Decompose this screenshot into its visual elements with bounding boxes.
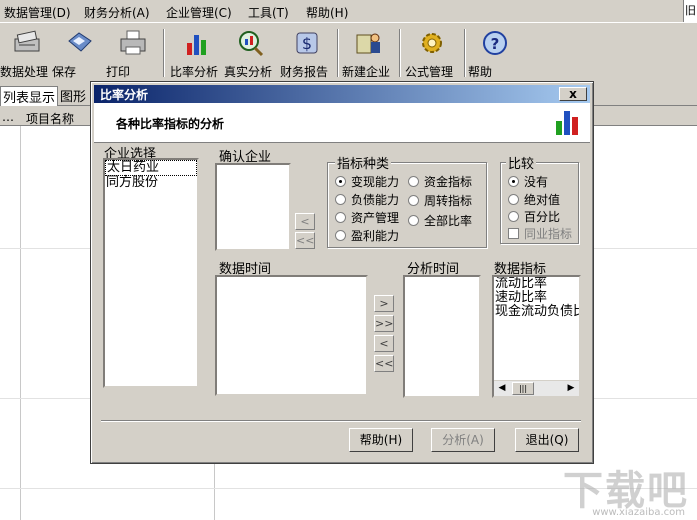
printer-icon xyxy=(117,29,149,57)
scroll-right-icon[interactable]: ▶ xyxy=(563,381,579,396)
print-button[interactable]: 打印 xyxy=(106,27,160,81)
question-mark-icon: ? xyxy=(479,29,511,57)
dollar-report-icon: $ xyxy=(291,29,323,57)
checkbox-icon xyxy=(508,228,519,239)
radio-selected-icon xyxy=(508,176,519,187)
dialog-title: 比率分析 xyxy=(100,88,149,102)
close-button[interactable]: x xyxy=(559,87,587,101)
new-company-button[interactable]: 新建企业 xyxy=(342,27,396,81)
menu-data-management[interactable]: 数据管理(D) xyxy=(4,4,71,21)
indicator-type-title: 指标种类 xyxy=(335,153,392,172)
radio-icon xyxy=(335,212,346,223)
remove-all-button[interactable]: << xyxy=(374,355,394,372)
radio-compare-percentage[interactable]: 百分比 xyxy=(508,208,560,225)
scroll-thumb[interactable]: ||| xyxy=(512,382,534,395)
radio-icon xyxy=(508,211,519,222)
radio-asset-management[interactable]: 资产管理 xyxy=(335,209,399,226)
real-analysis-button[interactable]: 真实分析 xyxy=(224,27,278,81)
analyze-button[interactable]: 分析(A) xyxy=(431,428,495,452)
analysis-time-list[interactable] xyxy=(403,275,481,398)
peer-indicator-checkbox[interactable]: 同业指标 xyxy=(508,225,572,242)
radio-solvency[interactable]: 负债能力 xyxy=(335,191,399,208)
data-processing-icon xyxy=(11,29,43,57)
bar-chart-icon xyxy=(181,29,213,57)
menu-help[interactable]: 帮助(H) xyxy=(306,4,348,21)
list-item[interactable]: 同方股份 xyxy=(105,176,197,190)
menu-company-management[interactable]: 企业管理(C) xyxy=(166,4,232,21)
bar-chart-icon xyxy=(554,107,580,137)
financial-report-button[interactable]: $ 财务报告 xyxy=(280,27,334,81)
grid-header-index: … xyxy=(2,110,14,124)
scroll-left-icon[interactable]: ◀ xyxy=(494,381,510,396)
move-left-button[interactable]: < xyxy=(295,213,315,230)
ratio-analysis-button[interactable]: 比率分析 xyxy=(170,27,224,81)
data-indicators-list[interactable]: 流动比率 速动比率 现金流动负债比 ◀ ||| ▶ xyxy=(492,275,581,398)
exit-button[interactable]: 退出(Q) xyxy=(515,428,579,452)
toolbar-separator xyxy=(163,29,165,77)
svg-text:$: $ xyxy=(302,34,312,53)
dialog-divider xyxy=(101,420,581,422)
radio-icon xyxy=(408,215,419,226)
formula-management-button[interactable]: 公式管理 xyxy=(405,27,459,81)
company-select-list[interactable]: 太日药业 同方股份 xyxy=(103,158,199,388)
tab-graphic[interactable]: 图形 xyxy=(58,86,88,106)
help-toolbar-button[interactable]: ? 帮助 xyxy=(468,27,522,81)
watermark-url: www.xiazaiba.com xyxy=(592,507,685,518)
menu-tools[interactable]: 工具(T) xyxy=(248,4,289,21)
grid-header-item-name: 项目名称 xyxy=(26,112,75,126)
radio-profitability[interactable]: 盈利能力 xyxy=(335,227,399,244)
save-button[interactable]: 保存 xyxy=(52,27,106,81)
grid-column-line xyxy=(20,126,21,520)
add-all-button[interactable]: >> xyxy=(374,315,394,332)
radio-all-ratios[interactable]: 全部比率 xyxy=(408,212,472,229)
svg-text:?: ? xyxy=(491,35,500,53)
data-processing-button[interactable]: 数据处理 xyxy=(0,27,54,81)
radio-icon xyxy=(408,176,419,187)
list-item[interactable]: 速动比率 xyxy=(494,291,579,305)
ratio-analysis-dialog: 比率分析 x 各种比率指标的分析 企业选择 太日药业 同方股份 确认企业 < <… xyxy=(90,81,594,464)
dialog-header-text: 各种比率指标的分析 xyxy=(116,117,225,131)
tab-list-display[interactable]: 列表显示 xyxy=(0,86,59,106)
toolbar: 数据处理 保存 打印 比率分析 真实分析 $ 财务报告 新建企业 公式管理 ? … xyxy=(0,22,697,82)
help-button[interactable]: 帮助(H) xyxy=(349,428,413,452)
dialog-titlebar: 比率分析 x xyxy=(94,85,590,103)
data-time-list[interactable] xyxy=(215,275,368,396)
menu-financial-analysis[interactable]: 财务分析(A) xyxy=(84,4,150,21)
move-all-left-button[interactable]: << xyxy=(295,232,315,249)
window-restore-button[interactable]: 旧 xyxy=(683,0,697,22)
list-item[interactable]: 太日药业 xyxy=(105,160,197,176)
radio-liquidity[interactable]: 变现能力 xyxy=(335,173,399,190)
gear-icon xyxy=(416,29,448,57)
radio-icon xyxy=(408,195,419,206)
save-icon xyxy=(63,29,95,57)
confirm-company-list[interactable] xyxy=(215,163,291,251)
dialog-header-panel: 各种比率指标的分析 xyxy=(94,103,590,143)
toolbar-separator xyxy=(399,29,401,77)
radio-icon xyxy=(335,230,346,241)
remove-button[interactable]: < xyxy=(374,335,394,352)
radio-icon xyxy=(335,194,346,205)
radio-compare-absolute[interactable]: 绝对值 xyxy=(508,191,560,208)
radio-turnover[interactable]: 周转指标 xyxy=(408,192,472,209)
radio-capital[interactable]: 资金指标 xyxy=(408,173,472,190)
new-company-icon xyxy=(353,29,385,57)
magnifier-chart-icon xyxy=(235,29,267,57)
horizontal-scrollbar[interactable]: ◀ ||| ▶ xyxy=(494,380,579,396)
toolbar-separator xyxy=(464,29,466,77)
list-item[interactable]: 流动比率 xyxy=(494,277,579,291)
compare-title: 比较 xyxy=(506,153,537,172)
menu-bar: 数据管理(D) 财务分析(A) 企业管理(C) 工具(T) 帮助(H) xyxy=(0,0,697,22)
add-button[interactable]: > xyxy=(374,295,394,312)
radio-compare-none[interactable]: 没有 xyxy=(508,173,548,190)
toolbar-separator xyxy=(337,29,339,77)
radio-selected-icon xyxy=(335,176,346,187)
list-item[interactable]: 现金流动负债比 xyxy=(494,305,579,319)
radio-icon xyxy=(508,194,519,205)
